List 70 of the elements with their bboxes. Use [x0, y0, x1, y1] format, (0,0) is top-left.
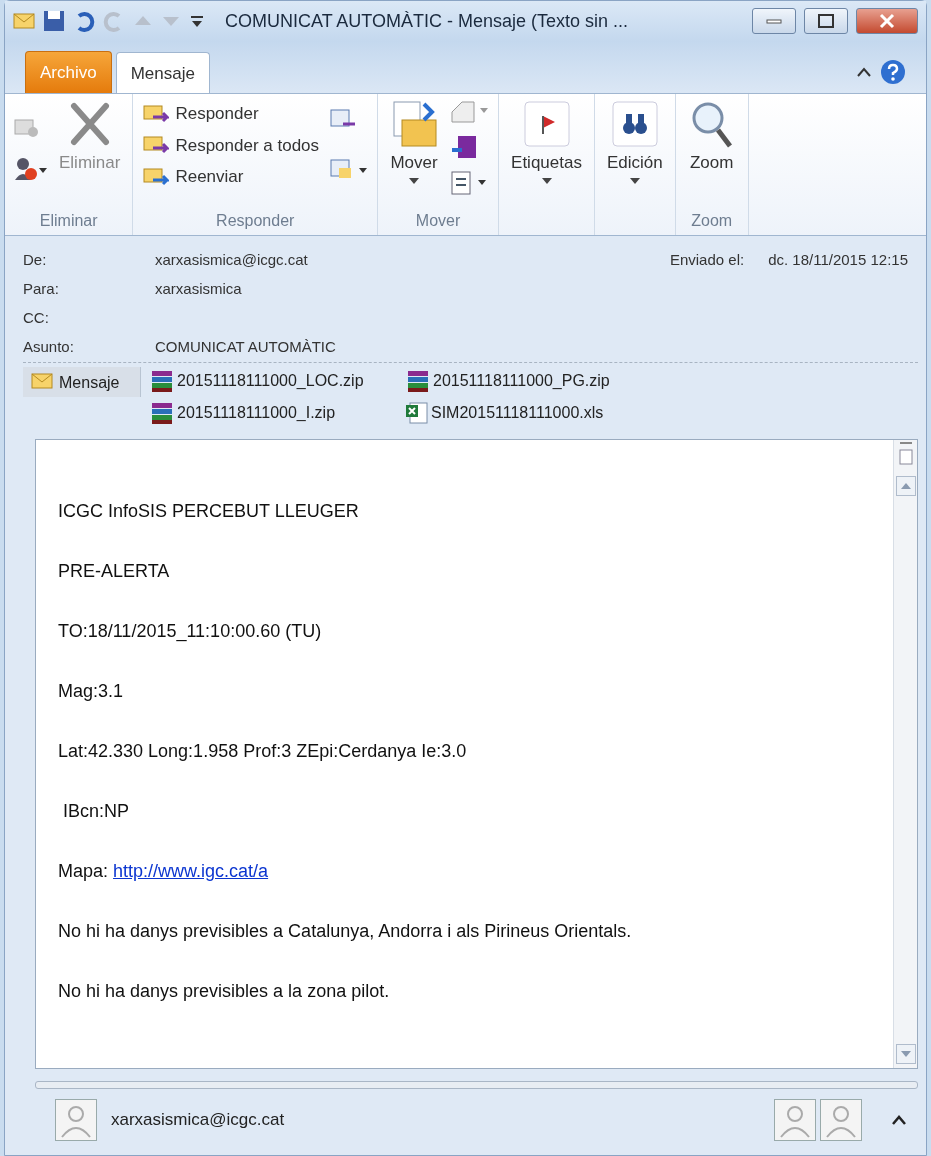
- body-text: Mag:3.1: [58, 680, 125, 702]
- avatar-icon: [55, 1099, 97, 1141]
- collapse-ribbon-icon[interactable]: [856, 66, 872, 78]
- archive-icon: [405, 369, 431, 393]
- flag-icon: [522, 100, 571, 148]
- expand-icon[interactable]: [892, 1115, 906, 1125]
- body-text: No hi ha danys previsibles a la zona pilot.: [58, 980, 391, 1002]
- attachment[interactable]: 20151118111000_LOC.zip: [149, 369, 405, 393]
- mail-icon[interactable]: [13, 11, 35, 31]
- field-label: CC:: [23, 308, 50, 329]
- sender-name: xarxasismica@icgc.cat: [111, 1109, 285, 1132]
- group-label: Zoom: [690, 211, 734, 231]
- avatar-icon[interactable]: [774, 1099, 816, 1141]
- save-icon[interactable]: [43, 10, 65, 32]
- reply-button[interactable]: Responder: [141, 98, 322, 130]
- junk-icon[interactable]: [13, 156, 47, 182]
- zoom-button[interactable]: Zoom: [683, 98, 740, 178]
- body-text: IBcn:NP: [62, 800, 131, 822]
- field-value: dc. 18/11/2015 12:15: [768, 250, 908, 271]
- envelope-arrow-icon: [143, 165, 170, 188]
- group-label: Eliminar: [38, 211, 99, 231]
- message-tab[interactable]: Mensaje: [23, 367, 141, 397]
- body-text: ICGC InfoSIS PERCEBUT LLEUGER: [58, 500, 360, 522]
- close-button[interactable]: [856, 8, 918, 34]
- field-value: xarxasismica@icgc.cat: [155, 250, 308, 271]
- group-label: Responder: [215, 211, 296, 231]
- envelope-icon: [31, 371, 53, 391]
- avatar-icon[interactable]: [820, 1099, 862, 1141]
- field-label: Enviado el:: [669, 250, 745, 271]
- help-icon[interactable]: [880, 59, 906, 85]
- body-text: PRE-ALERTA: [58, 560, 171, 582]
- ribbon-tab[interactable]: Mensaje: [115, 51, 210, 94]
- field-value: COMUNICAT AUTOMÀTIC: [155, 337, 336, 358]
- attachment[interactable]: 20151118111000_I.zip: [149, 401, 405, 425]
- attachment[interactable]: 20151118111000_PG.zip: [405, 369, 665, 393]
- field-label: Asunto:: [23, 337, 75, 358]
- field-label: De:: [23, 250, 48, 271]
- rules-icon[interactable]: [450, 98, 491, 126]
- split-icon[interactable]: [897, 442, 914, 468]
- spreadsheet-icon: [405, 401, 429, 425]
- forward-button[interactable]: Reenviar: [141, 161, 322, 193]
- close-icon: [879, 13, 895, 29]
- scroll-up-icon[interactable]: [895, 476, 916, 496]
- binoculars-icon: [610, 100, 659, 148]
- body-text: No hi ha danys previsibles a Catalunya, Andorra i als Pirineus Orientals.: [58, 920, 633, 942]
- tags-button[interactable]: Etiquetas: [507, 98, 586, 186]
- envelope-arrow-icon: [143, 102, 170, 125]
- move-button[interactable]: Mover: [386, 98, 443, 186]
- body-text: Lat:42.330 Long:1.958 Prof:3 ZEpi:Cerdanya Ie:3.0: [58, 740, 468, 762]
- restore-icon: [818, 14, 834, 28]
- scroll-down-icon[interactable]: [895, 1044, 916, 1064]
- window-title: COMUNICAT AUTOMÀTIC - Mensaje (Texto sin ...: [225, 9, 629, 33]
- folder-icon: [390, 100, 439, 148]
- group-label: Mover: [414, 211, 462, 231]
- link[interactable]: http://www.igc.cat/a: [113, 861, 269, 881]
- field-value: xarxasismica: [155, 279, 242, 300]
- restore-button[interactable]: [804, 8, 848, 34]
- dropdown-caret-icon: [541, 177, 552, 184]
- edit-button[interactable]: Edición: [602, 98, 667, 186]
- archive-icon: [149, 401, 175, 425]
- minimize-button[interactable]: [752, 8, 796, 34]
- body-text: TO:18/11/2015_11:10:00.60 (TU): [58, 620, 323, 642]
- dropdown-caret-icon: [629, 177, 640, 184]
- body-text: Mapa: http://www.igc.cat/a: [58, 860, 270, 882]
- dropdown-caret-icon: [409, 177, 420, 184]
- archive-icon: [149, 369, 175, 393]
- field-label: Para:: [23, 279, 60, 300]
- attachment[interactable]: SIM20151118111000.xls: [405, 401, 665, 425]
- reply-button[interactable]: Responder a todos: [141, 129, 322, 161]
- minimize-icon: [766, 17, 782, 25]
